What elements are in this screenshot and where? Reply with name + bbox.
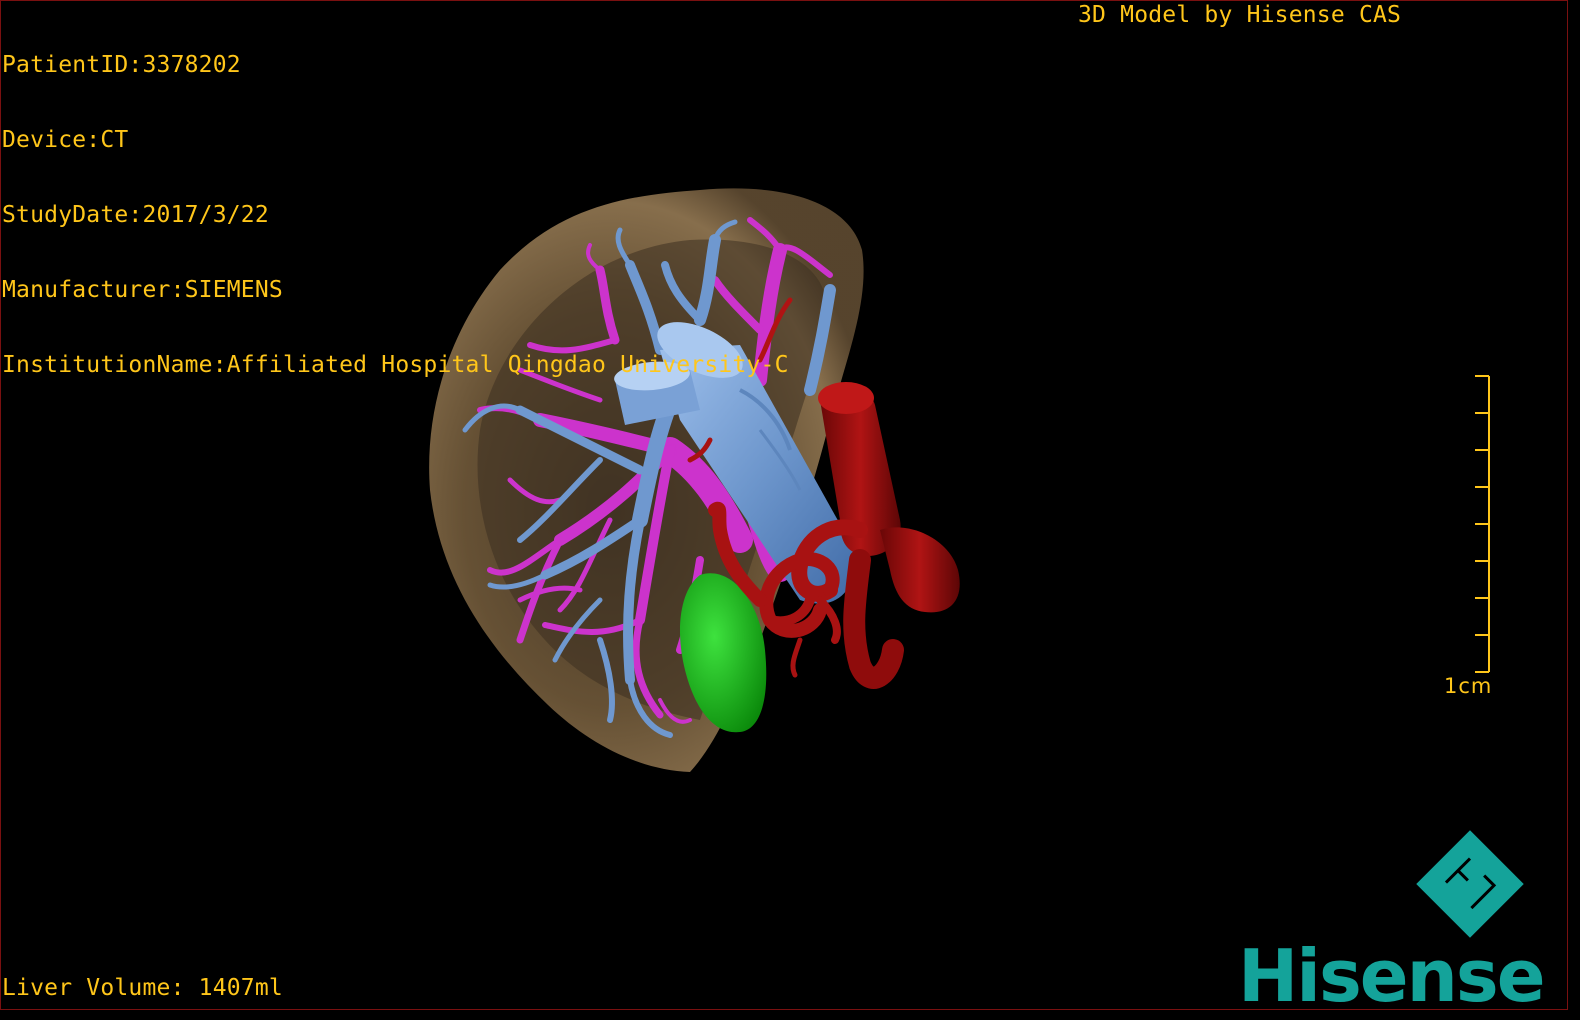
manufacturer: Manufacturer:SIEMENS <box>2 277 283 303</box>
hisense-wordmark: Hisense <box>1238 934 1546 1018</box>
institution-name: InstitutionName:Affiliated Hospital Qing… <box>2 352 789 378</box>
device: Device:CT <box>2 127 129 153</box>
scale-bar <box>1475 375 1490 673</box>
hisense-hc-diamond-icon <box>1416 830 1524 938</box>
scale-bar-label: 1cm <box>1444 674 1493 698</box>
model-credit: 3D Model by Hisense CAS <box>1078 2 1402 28</box>
patient-info-panel: PatientID:3378202 Device:CT StudyDate:20… <box>2 3 789 403</box>
study-date: StudyDate:2017/3/22 <box>2 202 269 228</box>
liver-volume-readout: Liver Volume: 1407ml <box>2 975 283 1001</box>
patient-id: PatientID:3378202 <box>2 52 241 78</box>
